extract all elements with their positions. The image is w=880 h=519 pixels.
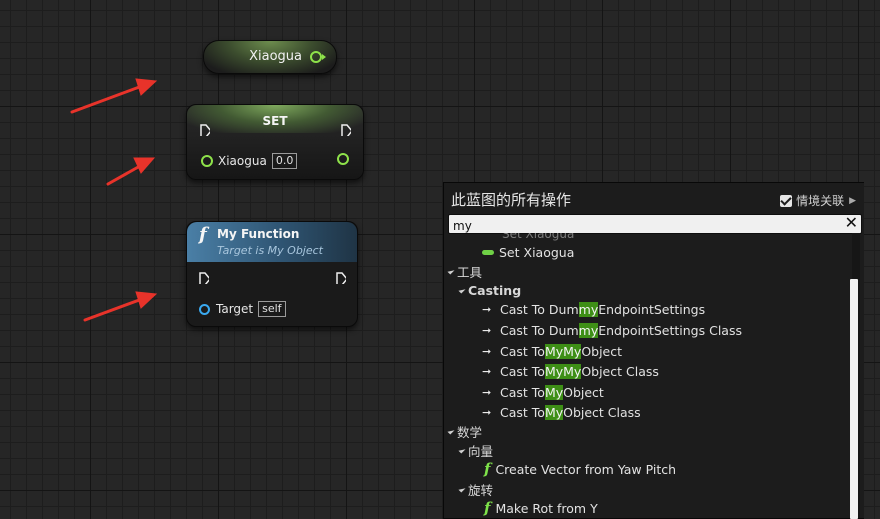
context-sensitive-label: 情境关联 [796, 194, 845, 208]
function-icon: f [199, 224, 207, 245]
list-item-cast[interactable]: ➞ Cast To Dum my EndpointSettings Class [482, 320, 742, 340]
checkbox-checked-icon[interactable] [780, 194, 793, 207]
list-item-cast[interactable]: ➞ Cast To MyMy Object [482, 341, 622, 361]
target-value: self [258, 301, 286, 317]
exec-input-pin-icon[interactable] [200, 124, 210, 136]
exec-output-pin-icon[interactable] [336, 272, 346, 284]
node-title: SET [262, 114, 288, 128]
list-item-cast[interactable]: ➞ Cast To Dum my EndpointSettings [482, 299, 705, 319]
action-list[interactable]: Set Xiaogua Set Xiaogua 工具 Casting ➞ Cas… [444, 233, 850, 518]
xiaogua-input-row: Xiaogua 0.0 [201, 153, 298, 169]
pin-label: Xiaogua [218, 154, 267, 168]
category-math[interactable]: 数学 [447, 421, 482, 441]
category-vector[interactable]: 向量 [458, 440, 493, 460]
function-icon: f [484, 460, 491, 478]
annotation-arrow-1 [70, 78, 158, 114]
category-casting[interactable]: Casting [458, 280, 521, 300]
set-xiaogua-node[interactable]: SET Xiaogua 0.0 [186, 104, 364, 180]
scrollbar-thumb[interactable] [850, 279, 858, 519]
cast-arrow-icon: ➞ [482, 344, 492, 358]
cast-arrow-icon: ➞ [482, 302, 492, 316]
xiaogua-getter-node[interactable]: Xiaogua [203, 40, 337, 74]
exec-output-pin-icon[interactable] [341, 124, 351, 136]
expanded-triangle-icon [458, 446, 466, 454]
menu-title: 此蓝图的所有操作 [451, 191, 572, 209]
category-tools[interactable]: 工具 [447, 261, 482, 281]
list-item-make-rot[interactable]: f Make Rot from Y [484, 498, 598, 518]
chevron-right-icon[interactable]: ▶ [849, 196, 856, 206]
annotation-arrow-3 [83, 291, 158, 322]
list-item-cast[interactable]: ➞ Cast To MyMy Object Class [482, 361, 659, 381]
node-title: My Function [217, 227, 300, 241]
node-subtitle: Target is My Object [217, 244, 323, 257]
search-box[interactable]: ✕ [448, 213, 862, 235]
expanded-triangle-icon [458, 485, 466, 493]
cast-arrow-icon: ➞ [482, 385, 492, 399]
variable-name-label: Xiaogua [249, 49, 302, 64]
expanded-triangle-icon [447, 267, 455, 275]
expanded-triangle-icon [447, 427, 455, 435]
cast-arrow-icon: ➞ [482, 364, 492, 378]
target-input-row: Target self [199, 301, 286, 317]
list-item-cast[interactable]: ➞ Cast To My Object [482, 382, 604, 402]
clear-search-icon[interactable]: ✕ [845, 213, 858, 232]
list-item-cast[interactable]: ➞ Cast To My Object Class [482, 402, 641, 422]
input-pin-icon[interactable] [201, 155, 213, 167]
function-icon: f [484, 499, 491, 517]
output-pin-icon[interactable] [310, 51, 322, 63]
pin-arrow-icon [322, 54, 326, 60]
expanded-triangle-icon [458, 286, 466, 294]
context-sensitive-toggle[interactable]: 情境关联 ▶ [780, 192, 856, 209]
list-item-create-vector[interactable]: f Create Vector from Yaw Pitch [484, 459, 676, 479]
variable-set-icon [482, 249, 494, 255]
cast-arrow-icon: ➞ [482, 405, 492, 419]
output-pin-icon[interactable] [337, 153, 349, 165]
category-rotation[interactable]: 旋转 [458, 479, 493, 499]
exec-input-pin-icon[interactable] [199, 272, 209, 284]
target-pin-icon[interactable] [199, 303, 210, 315]
cast-arrow-icon: ➞ [482, 323, 492, 337]
action-menu: 此蓝图的所有操作 情境关联 ▶ ✕ Set Xiaogua Set Xiaogu… [443, 182, 864, 519]
list-item-set-xiaogua[interactable]: Set Xiaogua [482, 242, 574, 262]
value-input[interactable]: 0.0 [271, 153, 298, 169]
target-label: Target [216, 302, 254, 316]
my-function-node[interactable]: f My Function Target is My Object Target… [186, 221, 358, 327]
annotation-arrow-2 [106, 157, 156, 186]
